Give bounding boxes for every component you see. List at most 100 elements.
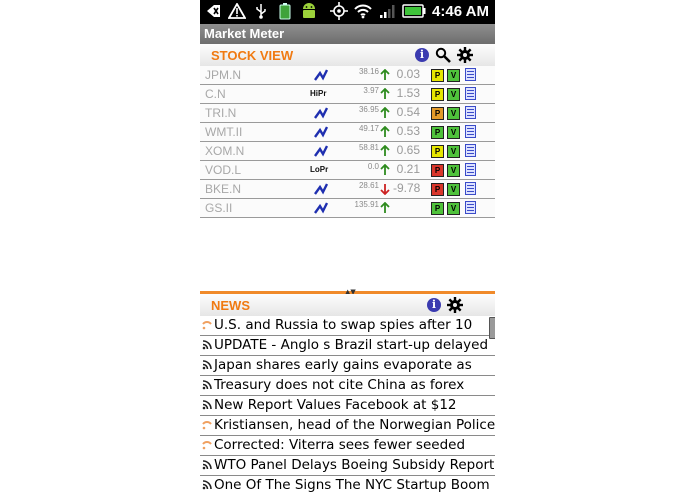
stock-price: 36.95: [358, 105, 379, 114]
clock: 4:46 AM: [432, 2, 489, 20]
stock-price: 58.81: [358, 143, 379, 152]
news-headline: New Report Values Facebook at $12: [214, 397, 457, 413]
news-item[interactable]: Treasury does not cite China as forex: [200, 376, 495, 396]
news-header: NEWS i: [200, 294, 495, 316]
stock-row[interactable]: BKE.N 28.61 -9.78 P V: [200, 180, 495, 199]
trend-icon: [314, 107, 328, 119]
stock-price: 135.91: [354, 200, 379, 209]
stock-price: 0.0: [367, 162, 379, 171]
battery-icon: [402, 2, 426, 20]
notes-icon[interactable]: [465, 144, 476, 157]
p-badge[interactable]: P: [431, 88, 444, 101]
trend-icon: [314, 183, 328, 195]
p-badge[interactable]: P: [431, 164, 444, 177]
stock-row[interactable]: C.N HiPr 3.97 1.53 P V: [200, 85, 495, 104]
news-item[interactable]: Kristiansen, head of the Norwegian Polic…: [200, 416, 495, 436]
app-title-bar: Market Meter: [200, 24, 495, 44]
up-arrow-icon: [380, 107, 390, 118]
p-badge[interactable]: P: [431, 183, 444, 196]
news-item[interactable]: Japan shares early gains evaporate as: [200, 356, 495, 376]
news-item[interactable]: U.S. and Russia to swap spies after 10: [200, 316, 495, 336]
up-arrow-icon: [380, 69, 390, 80]
gear-icon[interactable]: [457, 47, 473, 63]
usb-icon: [252, 2, 270, 20]
trend-icon: [314, 145, 328, 157]
v-badge[interactable]: V: [447, 164, 460, 177]
trend-icon: [314, 126, 328, 138]
news-headline: U.S. and Russia to swap spies after 10: [214, 317, 473, 333]
app-title: Market Meter: [204, 26, 285, 41]
android-icon: [300, 2, 318, 20]
v-badge[interactable]: V: [447, 183, 460, 196]
stock-row[interactable]: WMT.II 49.17 0.53 P V: [200, 123, 495, 142]
price-indicator-flag: HiPr: [310, 89, 327, 98]
v-badge[interactable]: V: [447, 69, 460, 82]
notes-icon[interactable]: [465, 87, 476, 100]
up-arrow-icon: [380, 88, 390, 99]
news-item[interactable]: WTO Panel Delays Boeing Subsidy Report: [200, 456, 495, 476]
stock-row[interactable]: VOD.L LoPr 0.0 0.21 P V: [200, 161, 495, 180]
back-icon[interactable]: [204, 2, 222, 20]
gear-icon[interactable]: [447, 297, 463, 313]
news-item[interactable]: New Report Values Facebook at $12: [200, 396, 495, 416]
up-arrow-icon: [380, 202, 390, 213]
stock-row[interactable]: XOM.N 58.81 0.65 P V: [200, 142, 495, 161]
news-item[interactable]: UPDATE - Anglo s Brazil start-up delayed: [200, 336, 495, 356]
app-screen: 4:46 AM Market Meter STOCK VIEW i JPM.N 3…: [200, 0, 495, 494]
news-headline: Treasury does not cite China as forex: [214, 377, 465, 393]
news-headline: Japan shares early gains evaporate as: [214, 357, 472, 373]
signal-icon: [378, 2, 396, 20]
stock-price: 49.17: [358, 124, 379, 133]
p-badge[interactable]: P: [431, 69, 444, 82]
stock-change: 0.53: [396, 124, 420, 138]
notes-icon[interactable]: [465, 68, 476, 81]
orange-feed-icon: [202, 421, 212, 430]
notes-icon[interactable]: [465, 182, 476, 195]
v-badge[interactable]: V: [447, 126, 460, 139]
stock-symbol: GS.II: [205, 201, 233, 215]
search-icon[interactable]: [435, 47, 451, 63]
stock-view-title: STOCK VIEW: [211, 48, 294, 63]
rss-icon: [202, 360, 212, 370]
stock-row[interactable]: TRI.N 36.95 0.54 P V: [200, 104, 495, 123]
news-scrollbar[interactable]: [489, 317, 495, 339]
rss-icon: [202, 380, 212, 390]
stock-row[interactable]: GS.II 135.91 P V: [200, 199, 495, 218]
news-headline: Corrected: Viterra sees fewer seeded: [214, 437, 466, 453]
p-badge[interactable]: P: [431, 202, 444, 215]
p-badge[interactable]: P: [431, 107, 444, 120]
notes-icon[interactable]: [465, 125, 476, 138]
stock-price: 28.61: [358, 181, 379, 190]
gps-icon: [330, 2, 349, 20]
stock-change: -9.78: [393, 181, 421, 195]
info-icon[interactable]: i: [415, 48, 429, 62]
status-bar: 4:46 AM: [200, 0, 495, 24]
news-item[interactable]: Corrected: Viterra sees fewer seeded: [200, 436, 495, 456]
v-badge[interactable]: V: [447, 107, 460, 120]
rss-icon: [202, 460, 212, 470]
news-headline: UPDATE - Anglo s Brazil start-up delayed: [214, 337, 489, 353]
v-badge[interactable]: V: [447, 202, 460, 215]
stock-row[interactable]: JPM.N 38.16 0.03 P V: [200, 66, 495, 85]
news-headline: WTO Panel Delays Boeing Subsidy Report: [214, 457, 495, 473]
battery-widget-icon: [276, 2, 294, 20]
stock-symbol: WMT.II: [205, 125, 243, 139]
stock-symbol: TRI.N: [205, 106, 237, 120]
p-badge[interactable]: P: [431, 126, 444, 139]
v-badge[interactable]: V: [447, 88, 460, 101]
stock-change: 0.03: [396, 67, 420, 81]
notes-icon[interactable]: [465, 163, 476, 176]
news-item[interactable]: One Of The Signs The NYC Startup Boom: [200, 476, 495, 494]
up-arrow-icon: [380, 145, 390, 156]
p-badge[interactable]: P: [431, 145, 444, 158]
notes-icon[interactable]: [465, 106, 476, 119]
warning-icon: [228, 2, 246, 20]
stock-symbol: C.N: [205, 87, 226, 101]
info-icon[interactable]: i: [427, 298, 441, 312]
stock-symbol: XOM.N: [205, 144, 245, 158]
stock-list: JPM.N 38.16 0.03 P V C.N HiPr 3.97 1.53 P V TRI.N 36…: [200, 66, 495, 218]
down-arrow-icon: [380, 184, 390, 195]
trend-icon: [314, 69, 328, 81]
v-badge[interactable]: V: [447, 145, 460, 158]
notes-icon[interactable]: [465, 201, 476, 214]
